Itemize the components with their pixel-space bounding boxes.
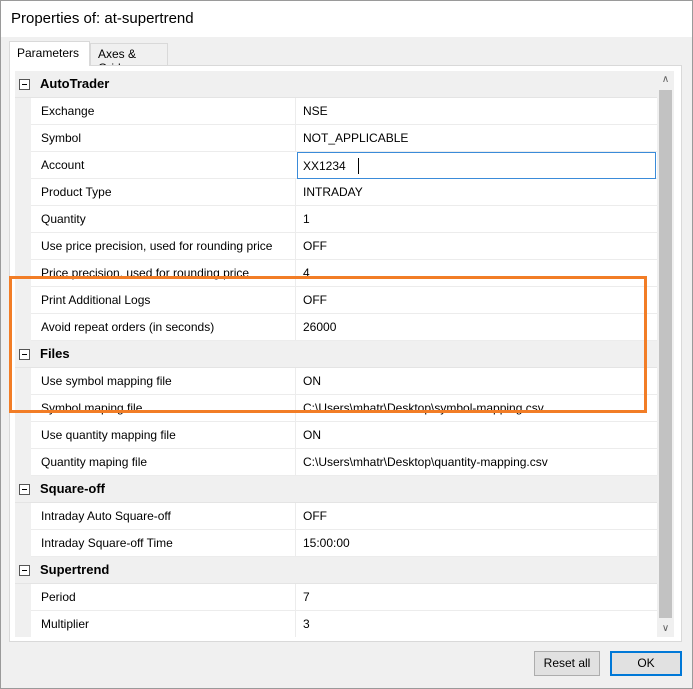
property-name: Period bbox=[41, 590, 76, 604]
property-value[interactable]: OFF bbox=[303, 293, 327, 307]
scroll-up-icon[interactable]: ∧ bbox=[657, 71, 674, 88]
property-name: Print Additional Logs bbox=[41, 293, 151, 307]
property-name: Use quantity mapping file bbox=[41, 428, 176, 442]
tab-parameters[interactable]: Parameters bbox=[9, 41, 90, 66]
property-value[interactable]: NOT_APPLICABLE bbox=[303, 131, 408, 145]
property-row-use-quantity-mapping[interactable]: Use quantity mapping file ON bbox=[15, 422, 657, 449]
property-name: Quantity maping file bbox=[41, 455, 148, 469]
property-name: Quantity bbox=[41, 212, 86, 226]
property-grid: AutoTrader Exchange NSE Symbol NOT_APPLI… bbox=[15, 71, 657, 637]
property-value[interactable]: NSE bbox=[303, 104, 328, 118]
scroll-down-icon[interactable]: ∨ bbox=[657, 620, 674, 637]
property-row-use-price-precision[interactable]: Use price precision, used for rounding p… bbox=[15, 233, 657, 260]
property-value[interactable]: 4 bbox=[303, 266, 310, 280]
property-value[interactable]: OFF bbox=[303, 509, 327, 523]
property-row-multiplier[interactable]: Multiplier 3 bbox=[15, 611, 657, 637]
tab-panel: AutoTrader Exchange NSE Symbol NOT_APPLI… bbox=[9, 65, 682, 642]
property-row-intraday-squareoff-time[interactable]: Intraday Square-off Time 15:00:00 bbox=[15, 530, 657, 557]
property-name: Exchange bbox=[41, 104, 95, 118]
title-bar: Properties of: at-supertrend bbox=[1, 1, 692, 37]
property-name: Price precision, used for rounding price bbox=[41, 266, 250, 280]
property-value[interactable]: 7 bbox=[303, 590, 310, 604]
property-value[interactable]: C:\Users\mhatr\Desktop\symbol-mapping.cs… bbox=[303, 401, 544, 415]
vertical-scrollbar[interactable]: ∧ ∨ bbox=[657, 71, 674, 637]
collapse-icon[interactable] bbox=[19, 79, 30, 90]
property-name: Use symbol mapping file bbox=[41, 374, 172, 388]
category-square-off[interactable]: Square-off bbox=[15, 476, 657, 503]
property-row-quantity[interactable]: Quantity 1 bbox=[15, 206, 657, 233]
category-label: Square-off bbox=[40, 481, 105, 496]
category-label: Files bbox=[40, 346, 70, 361]
property-value[interactable]: 15:00:00 bbox=[303, 536, 350, 550]
property-name: Intraday Square-off Time bbox=[41, 536, 173, 550]
property-value[interactable]: C:\Users\mhatr\Desktop\quantity-mapping.… bbox=[303, 455, 548, 469]
collapse-icon[interactable] bbox=[19, 565, 30, 576]
property-row-intraday-auto-squareoff[interactable]: Intraday Auto Square-off OFF bbox=[15, 503, 657, 530]
property-value[interactable]: ON bbox=[303, 374, 321, 388]
property-row-avoid-repeat[interactable]: Avoid repeat orders (in seconds) 26000 bbox=[15, 314, 657, 341]
property-name: Symbol maping file bbox=[41, 401, 143, 415]
property-row-account[interactable]: Account XX1234 bbox=[15, 152, 657, 179]
property-name: Intraday Auto Square-off bbox=[41, 509, 171, 523]
property-value[interactable]: 3 bbox=[303, 617, 310, 631]
property-row-exchange[interactable]: Exchange NSE bbox=[15, 98, 657, 125]
tab-axes-grid[interactable]: Axes & Grid bbox=[90, 43, 168, 75]
property-value[interactable]: 1 bbox=[303, 212, 310, 226]
property-name: Use price precision, used for rounding p… bbox=[41, 239, 273, 253]
collapse-icon[interactable] bbox=[19, 349, 30, 360]
account-input[interactable]: XX1234 bbox=[297, 152, 656, 179]
property-name: Account bbox=[41, 158, 85, 172]
property-row-print-logs[interactable]: Print Additional Logs OFF bbox=[15, 287, 657, 314]
property-row-use-symbol-mapping[interactable]: Use symbol mapping file ON bbox=[15, 368, 657, 395]
property-name: Avoid repeat orders (in seconds) bbox=[41, 320, 215, 334]
property-name: Multiplier bbox=[41, 617, 90, 631]
collapse-icon[interactable] bbox=[19, 484, 30, 495]
property-value[interactable]: XX1234 bbox=[303, 159, 346, 173]
property-value[interactable]: OFF bbox=[303, 239, 327, 253]
category-files[interactable]: Files bbox=[15, 341, 657, 368]
property-row-price-precision[interactable]: Price precision, used for rounding price… bbox=[15, 260, 657, 287]
property-name: Product Type bbox=[41, 185, 112, 199]
properties-dialog: Properties of: at-supertrend Parameters … bbox=[0, 0, 693, 689]
ok-button[interactable]: OK bbox=[610, 651, 682, 676]
property-row-symbol-mapping-file[interactable]: Symbol maping file C:\Users\mhatr\Deskto… bbox=[15, 395, 657, 422]
property-row-quantity-mapping-file[interactable]: Quantity maping file C:\Users\mhatr\Desk… bbox=[15, 449, 657, 476]
window-title: Properties of: at-supertrend bbox=[11, 10, 194, 27]
reset-all-button[interactable]: Reset all bbox=[534, 651, 600, 676]
scroll-thumb[interactable] bbox=[659, 90, 672, 618]
category-autotrader[interactable]: AutoTrader bbox=[15, 71, 657, 98]
category-label: Supertrend bbox=[40, 562, 110, 577]
category-label: AutoTrader bbox=[40, 76, 110, 91]
property-value[interactable]: 26000 bbox=[303, 320, 336, 334]
category-supertrend[interactable]: Supertrend bbox=[15, 557, 657, 584]
text-caret bbox=[358, 158, 359, 174]
property-row-product-type[interactable]: Product Type INTRADAY bbox=[15, 179, 657, 206]
property-value[interactable]: ON bbox=[303, 428, 321, 442]
property-row-symbol[interactable]: Symbol NOT_APPLICABLE bbox=[15, 125, 657, 152]
property-row-period[interactable]: Period 7 bbox=[15, 584, 657, 611]
property-name: Symbol bbox=[41, 131, 82, 145]
property-value[interactable]: INTRADAY bbox=[303, 185, 363, 199]
